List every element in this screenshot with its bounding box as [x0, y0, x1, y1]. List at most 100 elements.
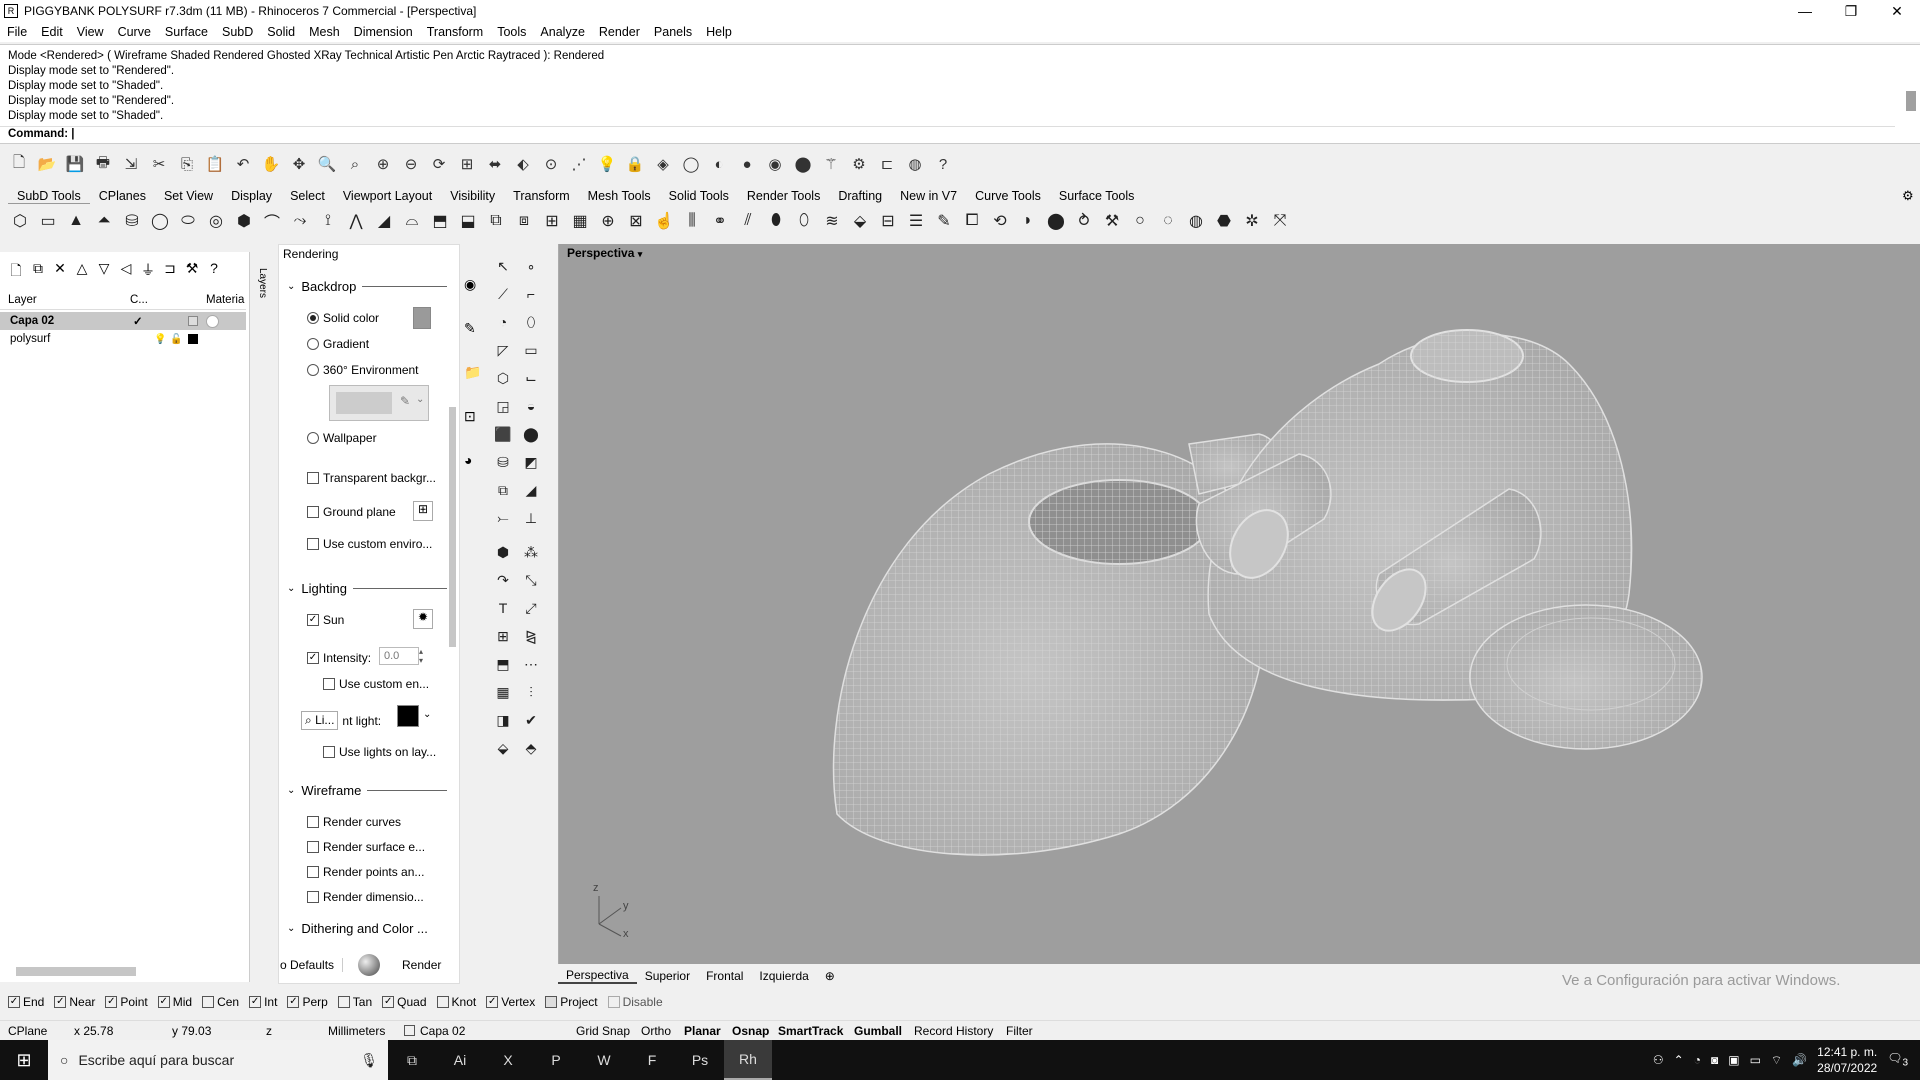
- notifications-icon[interactable]: 🗨3: [1887, 1051, 1908, 1068]
- use-custom-check[interactable]: Use custom en...: [323, 677, 429, 691]
- tab-transform[interactable]: Transform: [504, 189, 579, 203]
- network-icon[interactable]: ◔: [1694, 1053, 1701, 1067]
- rendering-scrollbar[interactable]: [447, 267, 457, 967]
- render-button[interactable]: Render: [402, 958, 441, 972]
- subd-table-icon[interactable]: ⊟: [876, 209, 900, 233]
- text-icon[interactable]: T: [492, 597, 514, 619]
- subd-globe-icon[interactable]: ⊕: [596, 209, 620, 233]
- current-layer[interactable]: Capa 02: [420, 1024, 465, 1038]
- render-dimensions-check[interactable]: Render dimensio...: [307, 890, 424, 904]
- select-arrow-icon[interactable]: ↖: [492, 255, 514, 277]
- toggle-record-history[interactable]: Record History: [914, 1024, 993, 1038]
- render-surface-edges-check[interactable]: Render surface e...: [307, 840, 425, 854]
- render-icon[interactable]: ⬤: [792, 153, 814, 175]
- trim-icon[interactable]: ⊥: [520, 507, 542, 529]
- menu-help[interactable]: Help: [699, 25, 739, 39]
- osnap-mid[interactable]: ✓ Mid: [157, 995, 192, 1009]
- open-file-icon[interactable]: 📂: [36, 153, 58, 175]
- render-settings-icon[interactable]: ◉: [464, 276, 476, 293]
- add-viewport-icon[interactable]: ⊕: [817, 969, 843, 983]
- sun-check[interactable]: ✓ Sun: [307, 613, 344, 627]
- wifi-icon[interactable]: ⌔: [1771, 1053, 1782, 1068]
- point-icon[interactable]: ∘: [520, 255, 542, 277]
- explode-icon[interactable]: ⁂: [520, 541, 542, 563]
- dimension-icon[interactable]: ⤢: [520, 597, 542, 619]
- toggle-grid-snap[interactable]: Grid Snap: [576, 1024, 630, 1038]
- rotate-icon[interactable]: ↷: [492, 569, 514, 591]
- rhino-taskbar-icon[interactable]: Rh: [724, 1040, 772, 1080]
- layer-row[interactable]: polysurf 💡 🔓: [0, 330, 246, 348]
- clock[interactable]: 12:41 p. m. 28/07/2022: [1817, 1044, 1877, 1076]
- restore-button[interactable]: ❐: [1828, 0, 1874, 22]
- render-sphere-icon[interactable]: [358, 954, 380, 976]
- tab-viewport-layout[interactable]: Viewport Layout: [334, 189, 441, 203]
- tab-render-tools[interactable]: Render Tools: [738, 189, 829, 203]
- osnap-project[interactable]: Project: [545, 995, 598, 1009]
- osnap-int[interactable]: ✓ Int: [249, 995, 277, 1009]
- close-button[interactable]: ✕: [1874, 0, 1920, 22]
- layer-row[interactable]: Capa 02 ✓: [0, 312, 246, 330]
- box-icon[interactable]: ⬛: [492, 423, 514, 445]
- photoshop-icon[interactable]: Ps: [676, 1040, 724, 1080]
- toggle-smarttrack[interactable]: SmartTrack: [778, 1024, 843, 1038]
- intensity-check[interactable]: ✓ Intensity:: [307, 651, 371, 665]
- subd-convert-icon[interactable]: ⬙: [848, 209, 872, 233]
- toggle-gumball[interactable]: Gumball: [854, 1024, 902, 1038]
- array-icon[interactable]: ⊞: [492, 625, 514, 647]
- help-icon[interactable]: ?: [932, 153, 954, 175]
- osnap-cen[interactable]: Cen: [202, 995, 239, 1009]
- subd-move-icon[interactable]: ⤧: [1268, 209, 1292, 233]
- delete-layer-icon[interactable]: ✕: [52, 260, 68, 284]
- illustrator-icon[interactable]: Ai: [436, 1040, 484, 1080]
- display-icon[interactable]: ▣: [1728, 1053, 1739, 1067]
- layer-menu-icon[interactable]: ⊐: [162, 260, 178, 284]
- move-down-icon[interactable]: ▽: [96, 260, 112, 284]
- globe-icon[interactable]: ◍: [904, 153, 926, 175]
- menu-file[interactable]: File: [0, 25, 34, 39]
- polygon-icon[interactable]: ⬡: [492, 367, 514, 389]
- use-lights-check[interactable]: Use lights on lay...: [323, 745, 436, 759]
- wireframe-icon[interactable]: ◯: [680, 153, 702, 175]
- wireframe-section[interactable]: ⌄ Wireframe: [287, 783, 447, 798]
- zoom-window-icon[interactable]: ⌕: [344, 153, 366, 175]
- transform-icon[interactable]: ⬘: [520, 737, 542, 759]
- ambient-light-row[interactable]: ⌕ Li... nt light:: [301, 711, 381, 730]
- subd-stack-icon[interactable]: ≋: [820, 209, 844, 233]
- render-curves-check[interactable]: Render curves: [307, 815, 401, 829]
- mirror-icon[interactable]: ⧎: [520, 625, 542, 647]
- zoom-dynamic-icon[interactable]: 🔍: [316, 153, 338, 175]
- osnap-quad[interactable]: ✓ Quad: [382, 995, 427, 1009]
- tab-drafting[interactable]: Drafting: [829, 189, 891, 203]
- new-layer-icon[interactable]: 🗋: [8, 260, 24, 284]
- chevron-up-icon[interactable]: ⌃: [1674, 1053, 1684, 1067]
- scale-icon[interactable]: ⤡: [520, 569, 542, 591]
- group-icon[interactable]: ⬢: [492, 541, 514, 563]
- align-icon[interactable]: ⫶: [520, 681, 542, 703]
- solid-color-radio[interactable]: Solid color: [307, 311, 379, 325]
- bulb-icon[interactable]: 💡: [154, 334, 166, 345]
- subd-merge-icon[interactable]: ⧈: [512, 209, 536, 233]
- lighting-section[interactable]: ⌄ Lighting: [287, 581, 447, 596]
- four-views-icon[interactable]: ⊞: [456, 153, 478, 175]
- rendered-icon[interactable]: ●: [736, 153, 758, 175]
- layer-color-swatch[interactable]: [188, 316, 198, 326]
- solid-color-swatch[interactable]: [413, 307, 431, 329]
- layer-color-swatch[interactable]: [188, 334, 198, 344]
- subd-plane-icon[interactable]: ▭: [36, 209, 60, 233]
- subd-cap-icon[interactable]: ⬮: [764, 209, 788, 233]
- menu-surface[interactable]: Surface: [158, 25, 215, 39]
- import-icon[interactable]: ⇲: [120, 153, 142, 175]
- arc-icon[interactable]: ◸: [492, 339, 514, 361]
- fillet-icon[interactable]: ⌙: [520, 367, 542, 389]
- new-file-icon[interactable]: 🗋: [8, 153, 30, 175]
- subd-bridge-icon[interactable]: ⌓: [400, 209, 424, 233]
- subd-pipe-icon[interactable]: ⟟: [316, 209, 340, 233]
- polyline-icon[interactable]: ⟋: [492, 283, 514, 305]
- plane-icon[interactable]: ◢: [520, 479, 542, 501]
- subd-mesh-icon[interactable]: ▦: [568, 209, 592, 233]
- undo-icon[interactable]: ↶: [232, 153, 254, 175]
- menu-render[interactable]: Render: [592, 25, 647, 39]
- tab-visibility[interactable]: Visibility: [441, 189, 504, 203]
- dithering-section[interactable]: ⌄ Dithering and Color ...: [287, 921, 447, 936]
- wallpaper-radio[interactable]: Wallpaper: [307, 431, 377, 445]
